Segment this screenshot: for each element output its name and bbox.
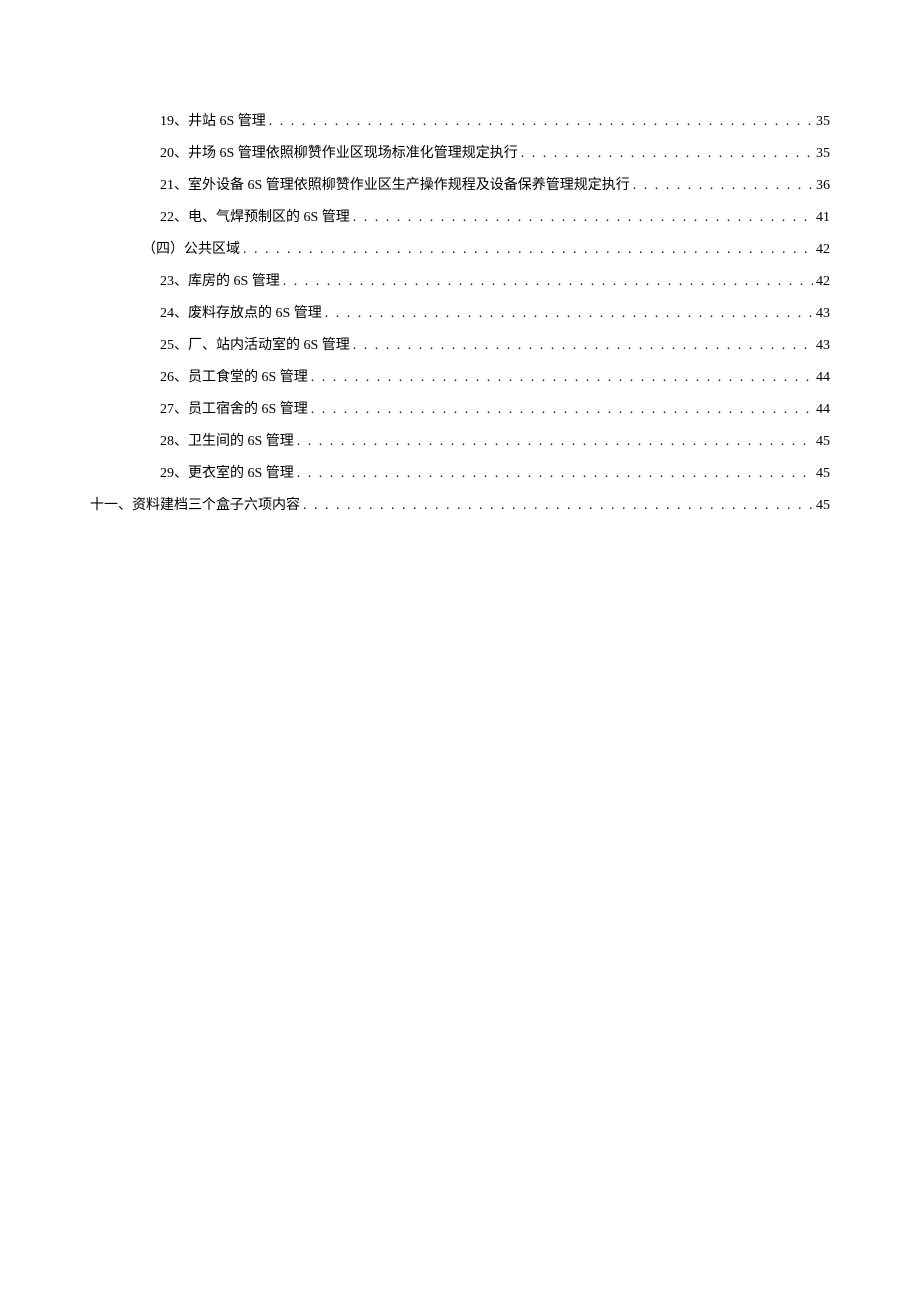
toc-leader-dots <box>633 178 813 194</box>
toc-leader-dots <box>325 306 813 322</box>
toc-entry: 19、井站 6S 管理 35 <box>90 110 830 130</box>
toc-entry-page: 41 <box>816 210 830 226</box>
toc-leader-dots <box>303 498 813 514</box>
toc-entry-page: 36 <box>816 178 830 194</box>
toc-entry-page: 44 <box>816 370 830 386</box>
toc-entry-page: 35 <box>816 146 830 162</box>
toc-entry-page: 45 <box>816 434 830 450</box>
toc-entry-title: 22、电、气焊预制区的 6S 管理 <box>160 206 350 226</box>
toc-leader-dots <box>311 402 813 418</box>
toc-entry-page: 42 <box>816 242 830 258</box>
toc-leader-dots <box>243 242 813 258</box>
toc-leader-dots <box>297 434 813 450</box>
toc-leader-dots <box>353 210 813 226</box>
toc-entry-title: 25、厂、站内活动室的 6S 管理 <box>160 334 350 354</box>
toc-entry: 22、电、气焊预制区的 6S 管理 41 <box>90 206 830 226</box>
toc-entry-page: 35 <box>816 114 830 130</box>
toc-entry: 25、厂、站内活动室的 6S 管理 43 <box>90 334 830 354</box>
toc-entry: 28、卫生间的 6S 管理 45 <box>90 430 830 450</box>
toc-entry-title: 29、更衣室的 6S 管理 <box>160 462 294 482</box>
toc-entry-title: 21、室外设备 6S 管理依照柳赞作业区生产操作规程及设备保养管理规定执行 <box>160 174 630 194</box>
toc-leader-dots <box>269 114 813 130</box>
toc-entry-title: 24、废料存放点的 6S 管理 <box>160 302 322 322</box>
toc-entry-title: 28、卫生间的 6S 管理 <box>160 430 294 450</box>
toc-entry: 24、废料存放点的 6S 管理 43 <box>90 302 830 322</box>
toc-entry-title: 19、井站 6S 管理 <box>160 110 266 130</box>
toc-leader-dots <box>311 370 813 386</box>
toc-entry: 27、员工宿舍的 6S 管理 44 <box>90 398 830 418</box>
toc-entry-page: 45 <box>816 466 830 482</box>
toc-entry-page: 44 <box>816 402 830 418</box>
toc-entry: 29、更衣室的 6S 管理 45 <box>90 462 830 482</box>
toc-entry-title: 27、员工宿舍的 6S 管理 <box>160 398 308 418</box>
toc-entry: 20、井场 6S 管理依照柳赞作业区现场标准化管理规定执行 35 <box>90 142 830 162</box>
toc-entry-title: 十一、资料建档三个盒子六项内容 <box>90 494 300 514</box>
toc-entry: 26、员工食堂的 6S 管理 44 <box>90 366 830 386</box>
toc-entry-page: 43 <box>816 306 830 322</box>
toc-entry: 23、库房的 6S 管理 42 <box>90 270 830 290</box>
toc-leader-dots <box>297 466 813 482</box>
toc-leader-dots <box>353 338 813 354</box>
toc-entry: 21、室外设备 6S 管理依照柳赞作业区生产操作规程及设备保养管理规定执行 36 <box>90 174 830 194</box>
toc-entry-title: 20、井场 6S 管理依照柳赞作业区现场标准化管理规定执行 <box>160 142 518 162</box>
toc-container: 19、井站 6S 管理 3520、井场 6S 管理依照柳赞作业区现场标准化管理规… <box>90 110 830 514</box>
toc-entry-page: 43 <box>816 338 830 354</box>
toc-leader-dots <box>283 274 813 290</box>
toc-entry: 十一、资料建档三个盒子六项内容 45 <box>90 494 830 514</box>
toc-leader-dots <box>521 146 813 162</box>
toc-entry-page: 42 <box>816 274 830 290</box>
toc-entry-page: 45 <box>816 498 830 514</box>
toc-entry: （四）公共区域 42 <box>90 238 830 258</box>
toc-entry-title: （四）公共区域 <box>142 238 240 258</box>
toc-entry-title: 26、员工食堂的 6S 管理 <box>160 366 308 386</box>
toc-entry-title: 23、库房的 6S 管理 <box>160 270 280 290</box>
